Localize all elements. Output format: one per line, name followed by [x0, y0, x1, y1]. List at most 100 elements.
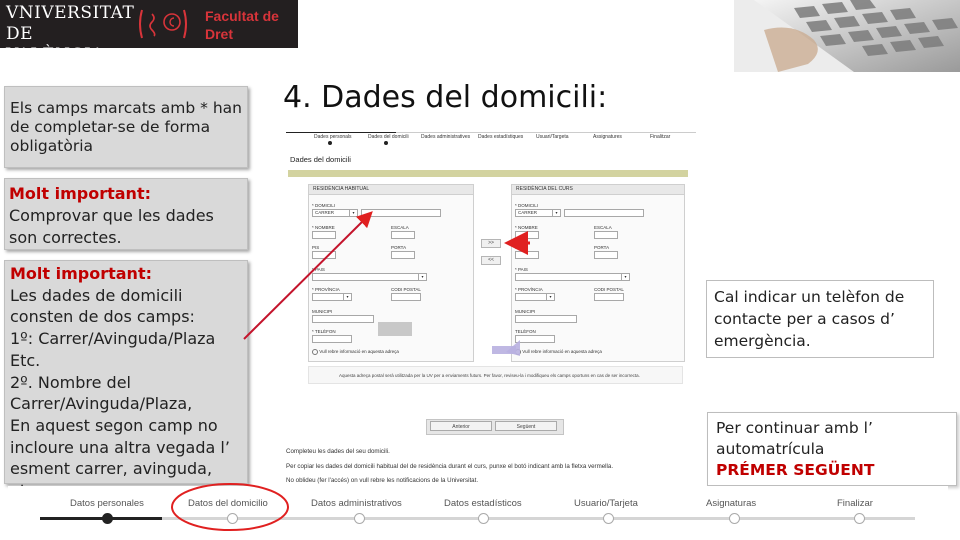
next-button[interactable]: Següent	[495, 421, 557, 431]
codi-postal-input[interactable]	[594, 293, 624, 301]
municipi-label: MUNICIPI	[312, 309, 333, 314]
telefon-label: * TELÈFON	[312, 329, 336, 334]
step-dot-done[interactable]	[102, 513, 113, 524]
keyboard-photo	[734, 0, 960, 72]
domicili-select[interactable]: CARRER ▾	[312, 209, 358, 217]
required-fields-note: Els camps marcats amb * han de completar…	[4, 86, 248, 168]
university-logo: VNIVERSITAT DE VALÈNCIA Facultat de Dret	[0, 0, 298, 65]
important-heading-1: Molt important:	[9, 184, 151, 203]
info-radio[interactable]	[312, 349, 318, 355]
escala-label: ESCALA	[594, 225, 612, 230]
step-dot[interactable]	[478, 513, 489, 524]
pais-label: * PAIS	[312, 267, 325, 272]
provincia-label: * PROVÍNCIA	[515, 287, 543, 292]
university-name-line-2: DE VALÈNCIA	[6, 24, 104, 65]
pais-select[interactable]: ▾	[312, 273, 427, 281]
phone-note: Cal indicar un telèfon de contacte per a…	[706, 280, 934, 358]
codi-postal-label: CODI POSTAL	[391, 287, 421, 292]
escala-label: ESCALA	[391, 225, 409, 230]
domicili-select[interactable]: CARRER ▾	[515, 209, 561, 217]
domicili-value: CARRER	[518, 210, 538, 215]
domicili-label: * DOMICILI	[312, 203, 336, 208]
step-label-finish[interactable]: Finalizar	[837, 498, 873, 509]
help-line: Completeu les dades del seu domicili.	[286, 448, 390, 455]
step-label-personal[interactable]: Datos personales	[70, 498, 144, 509]
step-label-subjects[interactable]: Asignaturas	[706, 498, 756, 509]
progress-step-bar: Datos personales Datos del domicilio Dat…	[8, 486, 948, 540]
escala-input[interactable]	[391, 231, 415, 239]
phone-note-text: Cal indicar un telèfon de contacte per a…	[714, 288, 905, 350]
chevron-down-icon: ▾	[621, 274, 629, 280]
course-residence-title: RESIDÈNCIA DEL CURS	[512, 185, 684, 195]
important-check-note: Molt important: Comprovar que les dades …	[4, 178, 248, 250]
telefon-input[interactable]	[312, 335, 352, 343]
telefon-label: TELÈFON	[515, 329, 536, 334]
step-label-user-card[interactable]: Usuario/Tarjeta	[574, 498, 638, 509]
slide-title: 4. Dades del domicili:	[283, 80, 608, 115]
form-step-label: Assignatures	[593, 134, 622, 140]
step-dot[interactable]	[354, 513, 365, 524]
required-fields-text: Els camps marcats amb * han de completar…	[10, 99, 242, 155]
nombre-input[interactable]	[312, 231, 336, 239]
pis-label: PIS	[312, 245, 320, 250]
domicili-street-input[interactable]	[361, 209, 441, 217]
course-residence-panel: RESIDÈNCIA DEL CURS * DOMICILI CARRER ▾ …	[511, 184, 685, 362]
info-checkbox-row[interactable]: Vull rebre informació en aquesta adreça	[312, 349, 399, 355]
domicili-street-input[interactable]	[564, 209, 644, 217]
telefon-input[interactable]	[515, 335, 555, 343]
porta-input[interactable]	[391, 251, 415, 259]
chevron-down-icon: ▾	[546, 294, 554, 300]
habitual-residence-title: RESIDÈNCIA HABITUAL	[309, 185, 473, 195]
faculty-name-line-2: Dret	[205, 26, 234, 42]
address-fields-note: Molt important: Les dades de domicili co…	[4, 260, 248, 500]
municipi-select[interactable]	[312, 315, 374, 323]
pis-label: PIS	[515, 245, 523, 250]
important-heading-2: Molt important:	[10, 264, 152, 283]
porta-input[interactable]	[594, 251, 618, 259]
form-step-dot-current	[384, 141, 388, 145]
important-text-2: Les dades de domicili consten de dos cam…	[10, 285, 230, 500]
continue-note-action: PRÉMER SEGÜENT	[716, 461, 875, 479]
pais-label: * PAIS	[515, 267, 528, 272]
form-screenshot: Dades personals Dades del domicili Dades…	[278, 122, 699, 486]
provincia-select[interactable]: ▾	[312, 293, 352, 301]
codi-postal-input[interactable]	[391, 293, 421, 301]
help-line: No oblideu (fer l'accés) on vull rebre l…	[286, 477, 479, 484]
back-button[interactable]: Anterior	[430, 421, 492, 431]
municipi-select[interactable]	[515, 315, 577, 323]
codi-postal-label: CODI POSTAL	[594, 287, 624, 292]
copy-to-habitual-button[interactable]: <<	[481, 256, 501, 265]
step-label-domicile[interactable]: Datos del domicilio	[188, 498, 268, 509]
step-dot[interactable]	[603, 513, 614, 524]
info-checkbox-label: Vull rebre informació en aquesta adreça	[319, 349, 399, 355]
info-radio[interactable]	[515, 349, 521, 355]
chevron-down-icon: ▾	[343, 294, 351, 300]
escala-input[interactable]	[594, 231, 618, 239]
step-dot-current[interactable]	[227, 513, 238, 524]
pais-select[interactable]: ▾	[515, 273, 630, 281]
form-step-progress	[286, 132, 396, 133]
step-dot[interactable]	[729, 513, 740, 524]
form-step-label: Usuari/Targeta	[536, 134, 569, 140]
pis-input[interactable]	[515, 251, 539, 259]
porta-label: PORTA	[594, 245, 610, 250]
faculty-name: Facultat de Dret	[205, 7, 279, 43]
nombre-input[interactable]	[515, 231, 539, 239]
help-line: Per copiar les dades del domicili habitu…	[286, 463, 614, 470]
step-label-administrative[interactable]: Datos administrativos	[311, 498, 402, 509]
step-dot[interactable]	[854, 513, 865, 524]
important-text-1: Comprovar que les dades son correctes.	[9, 206, 214, 247]
pis-input[interactable]	[312, 251, 336, 259]
step-track-progress	[40, 517, 162, 520]
chevron-down-icon: ▾	[349, 210, 357, 216]
faculty-name-line-1: Facultat de	[205, 8, 279, 24]
step-label-statistical[interactable]: Datos estadísticos	[444, 498, 522, 509]
continue-note-text: Per continuar amb l’ automatrícula	[716, 419, 873, 458]
address-notice: Aquesta adreça postal serà utilitzada pe…	[308, 366, 683, 384]
form-section-bar	[288, 170, 688, 177]
porta-label: PORTA	[391, 245, 407, 250]
info-checkbox-row[interactable]: Vull rebre informació en aquesta adreça	[515, 349, 602, 355]
nombre-label: * NOMBRE	[515, 225, 538, 230]
copy-to-course-button[interactable]: >>	[481, 239, 501, 248]
provincia-select[interactable]: ▾	[515, 293, 555, 301]
